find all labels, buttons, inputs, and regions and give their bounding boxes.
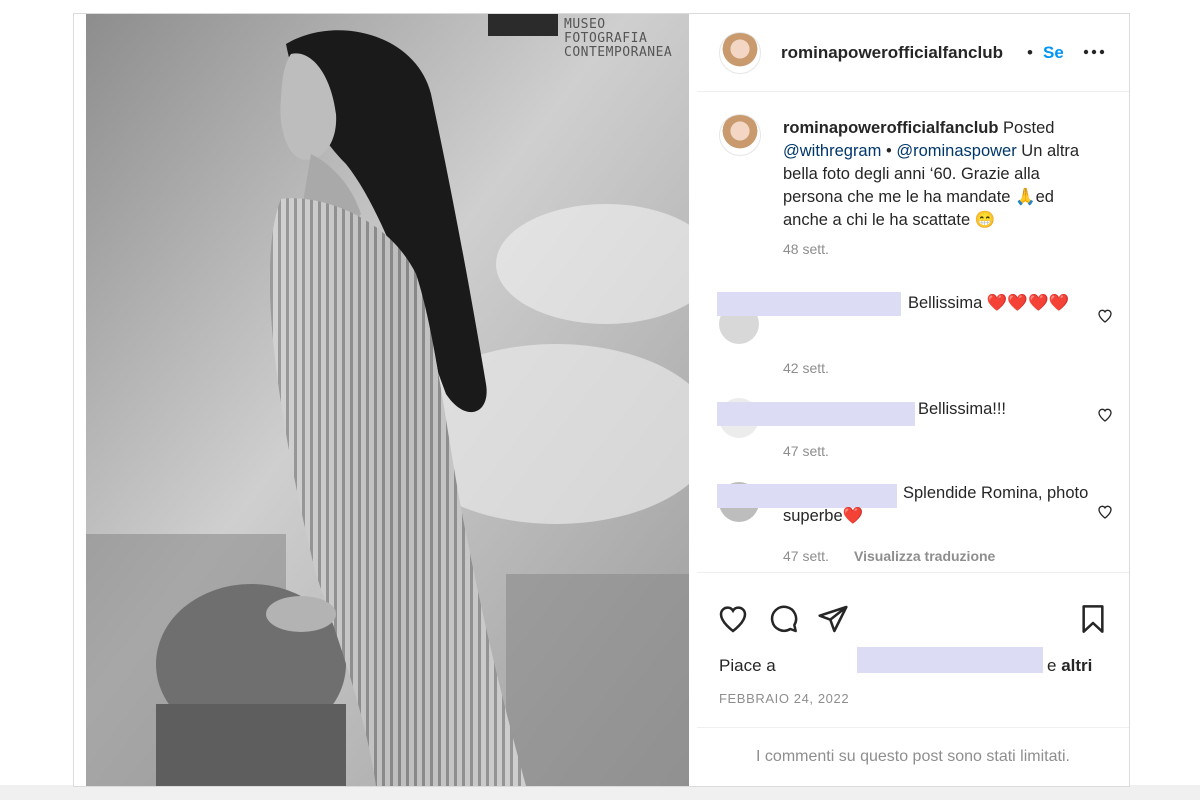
post-header: rominapowerofficialfanclub • Se bbox=[697, 14, 1129, 92]
post-caption: rominapowerofficialfanclub Posted @withr… bbox=[783, 117, 1103, 261]
caption-mention-withregram[interactable]: @withregram bbox=[783, 142, 881, 160]
header-separator: • bbox=[1027, 43, 1033, 62]
comment-time[interactable]: 47 sett. bbox=[783, 548, 829, 564]
caption-time[interactable]: 48 sett. bbox=[783, 238, 1103, 261]
liked-by-others[interactable]: altri bbox=[1061, 656, 1092, 675]
liked-by-and: e bbox=[1047, 656, 1057, 675]
comments-limited-notice: I commenti su questo post sono stati lim… bbox=[697, 727, 1129, 787]
liked-by-prefix: Piace a bbox=[719, 656, 776, 675]
author-username[interactable]: rominapowerofficialfanclub bbox=[781, 43, 1003, 63]
redacted-liker-name bbox=[857, 647, 1043, 673]
comment-bubble-icon[interactable] bbox=[767, 603, 799, 635]
redacted-username bbox=[717, 292, 901, 316]
redacted-username bbox=[717, 402, 915, 426]
like-comment-heart-icon[interactable] bbox=[1097, 308, 1113, 324]
like-heart-icon[interactable] bbox=[717, 603, 749, 635]
caption-mention-rominaspower[interactable]: @rominaspower bbox=[896, 142, 1016, 160]
author-avatar[interactable] bbox=[719, 32, 761, 74]
comment-text: Splendide Romina, photo superbe❤️ bbox=[783, 484, 1089, 525]
watermark-line-1: MUSEO FOTOGRAFIA bbox=[564, 17, 648, 46]
comment-text: Bellissima ❤️❤️❤️❤️ bbox=[908, 294, 1070, 312]
like-comment-heart-icon[interactable] bbox=[1097, 504, 1113, 520]
like-comment-heart-icon[interactable] bbox=[1097, 407, 1113, 423]
page-bottom-strip bbox=[0, 785, 1200, 800]
more-horizontal-icon[interactable] bbox=[1081, 40, 1107, 64]
save-bookmark-icon[interactable] bbox=[1077, 603, 1109, 635]
post-photo[interactable]: MUSEO FOTOGRAFIA CONTEMPORANEA bbox=[86, 14, 689, 786]
watermark-line-2: CONTEMPORANEA bbox=[564, 45, 673, 60]
follow-button[interactable]: Se bbox=[1043, 43, 1063, 63]
comment-time[interactable]: 47 sett. bbox=[783, 443, 829, 459]
comment-text: Bellissima!!! bbox=[918, 400, 1007, 418]
photo-illustration bbox=[86, 14, 689, 786]
caption-username[interactable]: rominapowerofficialfanclub bbox=[783, 119, 998, 137]
comment-time[interactable]: 42 sett. bbox=[783, 360, 829, 376]
post-date[interactable]: FEBBRAIO 24, 2022 bbox=[719, 691, 849, 706]
caption-author-avatar[interactable] bbox=[719, 114, 761, 156]
liked-by-suffix[interactable]: e altri bbox=[1047, 656, 1092, 676]
share-send-icon[interactable] bbox=[817, 603, 849, 635]
photo-watermark: MUSEO FOTOGRAFIA CONTEMPORANEA bbox=[564, 18, 689, 60]
watermark-bar bbox=[488, 14, 558, 36]
post-actions: Piace a e altri FEBBRAIO 24, 2022 I comm… bbox=[697, 572, 1129, 786]
post-side-panel: rominapowerofficialfanclub • Se rominapo… bbox=[697, 14, 1129, 786]
caption-posted-word: Posted bbox=[1003, 119, 1055, 137]
instagram-post-card: MUSEO FOTOGRAFIA CONTEMPORANEA rominapow… bbox=[73, 13, 1130, 787]
caption-bullet: • bbox=[885, 142, 892, 160]
see-translation-link[interactable]: Visualizza traduzione bbox=[854, 548, 995, 564]
